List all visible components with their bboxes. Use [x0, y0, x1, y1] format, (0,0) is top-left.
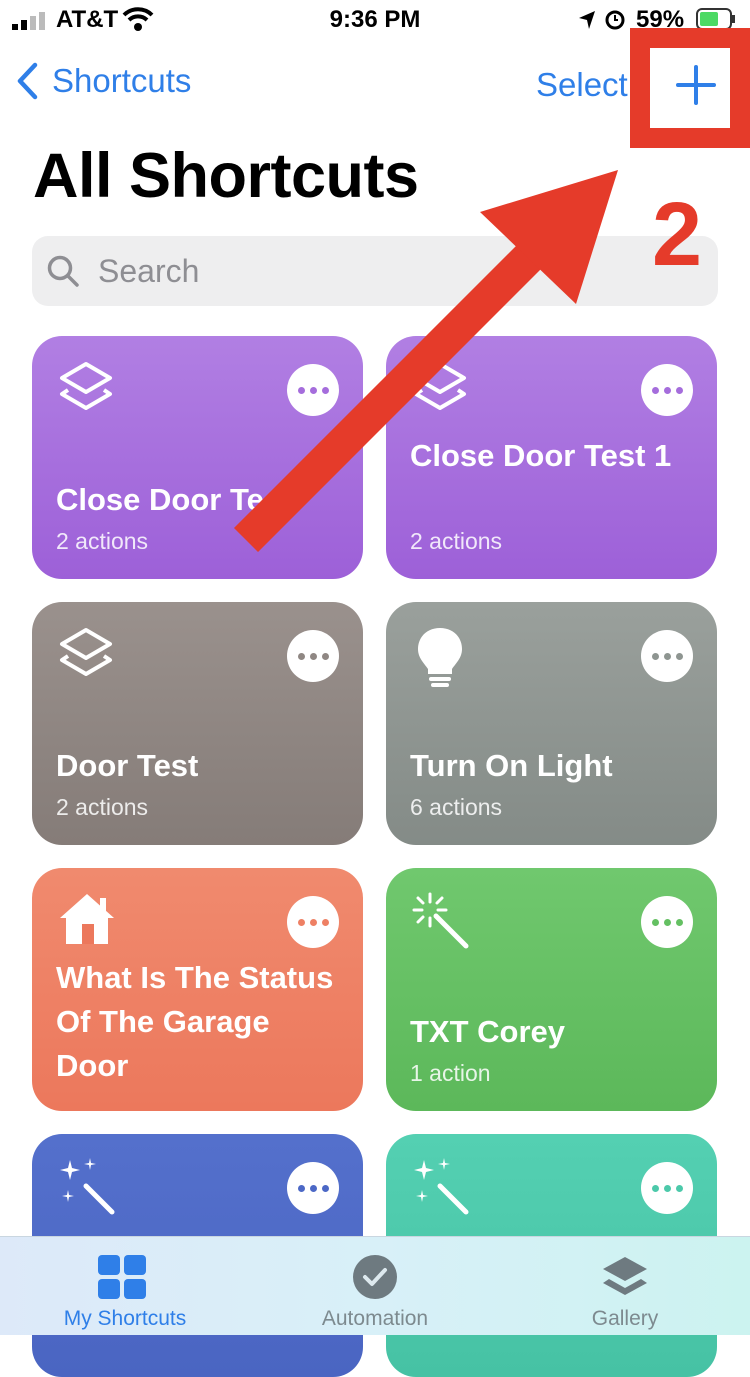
card-title: TXT Corey [410, 1014, 566, 1049]
shortcut-card-garage-door-status[interactable]: What Is The Status Of The Garage Door [32, 868, 363, 1111]
card-more-button[interactable] [287, 364, 339, 416]
back-button-label: Shortcuts [52, 62, 192, 99]
search-input[interactable] [96, 251, 660, 291]
stack-icon [60, 628, 112, 676]
sparkles-wand-icon [414, 1158, 469, 1215]
chevron-left-icon [17, 62, 38, 100]
tab-label: Gallery [591, 1307, 659, 1330]
back-button[interactable]: Shortcuts [16, 62, 191, 100]
grid-icon [98, 1255, 146, 1299]
shortcut-card-turn-on-light[interactable]: Turn On Light 6 actions [386, 602, 717, 845]
shortcut-card-txt-corey[interactable]: TXT Corey 1 action [386, 868, 717, 1111]
card-action-count: 2 actions [56, 528, 149, 554]
alarm-icon [605, 10, 625, 30]
card-title: Door Test [56, 748, 199, 783]
card-action-count: 2 actions [410, 528, 503, 554]
card-more-button[interactable] [641, 896, 693, 948]
card-more-button[interactable] [287, 1162, 339, 1214]
card-more-button[interactable] [641, 630, 693, 682]
checkmark-clock-icon [353, 1255, 397, 1299]
house-icon [60, 894, 114, 944]
card-action-count: 1 action [410, 1060, 491, 1086]
highlight-box [630, 28, 750, 148]
card-more-button[interactable] [641, 364, 693, 416]
stack-icon [60, 362, 112, 410]
card-more-button[interactable] [287, 896, 339, 948]
shortcut-card-close-door-test-1[interactable]: Close Door Test 1 2 actions [386, 336, 717, 579]
card-more-button[interactable] [287, 630, 339, 682]
card-title: What Is The Status Of The Garage Door [56, 960, 334, 1083]
card-action-count: 2 actions [56, 794, 149, 820]
shortcut-card-door-test[interactable]: Door Test 2 actions [32, 602, 363, 845]
page-title: All Shortcuts [33, 141, 419, 211]
magic-wand-icon [412, 892, 469, 949]
select-button[interactable]: Select [536, 66, 628, 104]
annotation-step-number: 2 [652, 185, 703, 285]
card-action-count: 6 actions [410, 794, 503, 820]
card-title: Close Door Test [56, 482, 292, 517]
sparkles-wand-icon [60, 1158, 115, 1215]
battery-icon [696, 8, 735, 30]
tab-bar: My Shortcuts Automation Gallery [0, 1236, 750, 1335]
lightbulb-icon [418, 628, 462, 687]
card-title: Turn On Light [410, 748, 613, 783]
search-icon [47, 255, 79, 287]
card-title: Close Door Test 1 [410, 438, 672, 473]
tab-my-shortcuts[interactable]: My Shortcuts [0, 1237, 250, 1335]
search-bar[interactable] [32, 236, 718, 306]
tab-automation[interactable]: Automation [250, 1237, 500, 1335]
tab-gallery[interactable]: Gallery [500, 1237, 750, 1335]
tab-label: Automation [321, 1307, 429, 1330]
layers-icon [603, 1257, 647, 1295]
card-more-button[interactable] [641, 1162, 693, 1214]
shortcut-card-close-door-test[interactable]: Close Door Test 2 actions [32, 336, 363, 579]
stack-icon [414, 362, 466, 410]
tab-label: My Shortcuts [63, 1307, 187, 1330]
location-arrow-icon [579, 11, 595, 29]
